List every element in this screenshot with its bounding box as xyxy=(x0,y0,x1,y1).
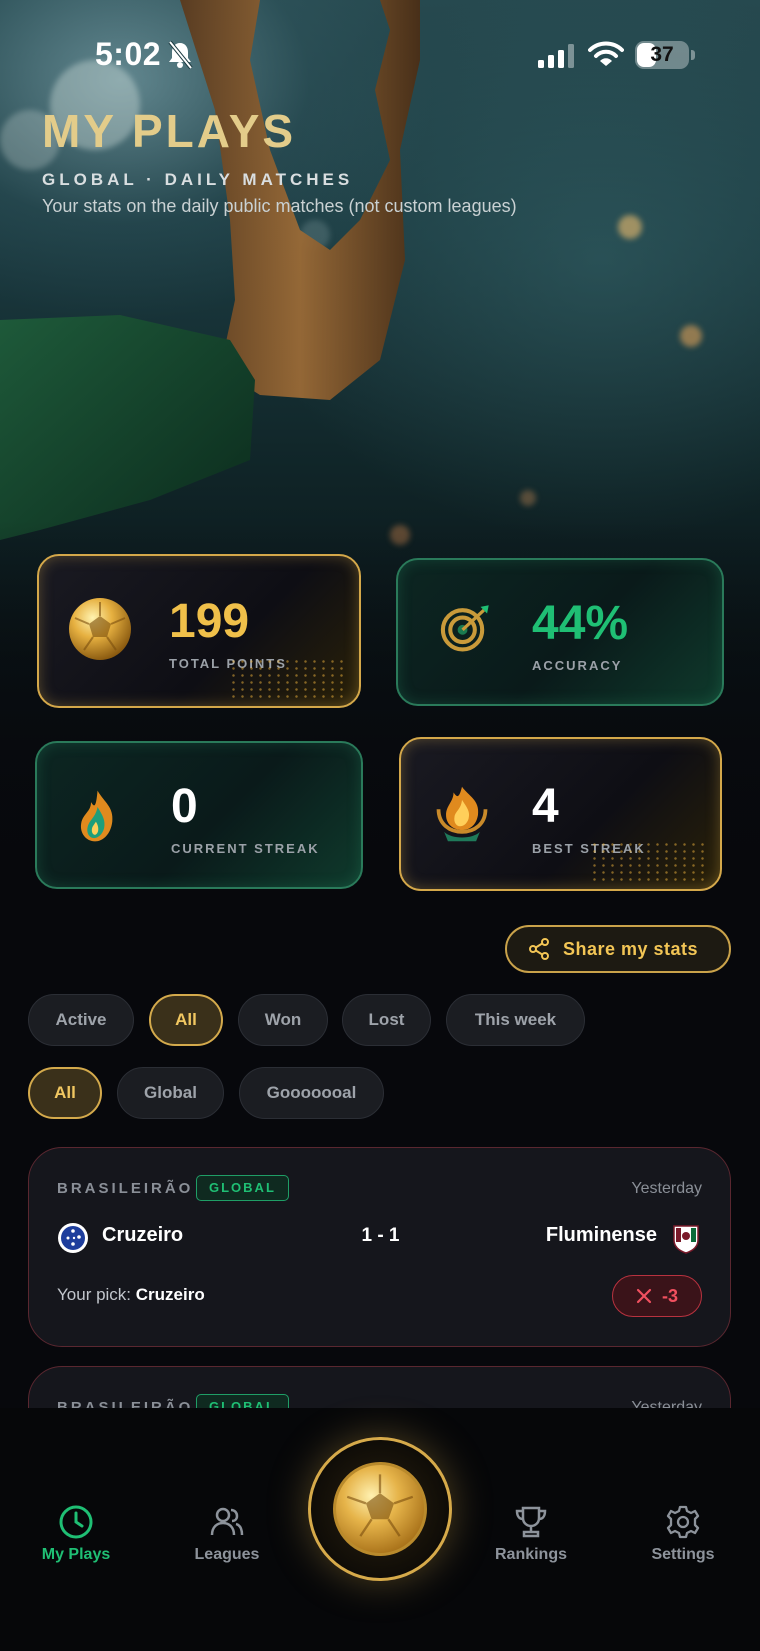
page-description: Your stats on the daily public matches (… xyxy=(42,196,517,216)
stat-card-total-points: 199 TOTAL POINTS xyxy=(37,554,361,708)
battery-indicator: 37 xyxy=(635,41,689,69)
match-card[interactable]: BRASILEIRÃO GLOBAL Yesterday Cruzeiro 1 … xyxy=(28,1147,731,1347)
page-title: MY PLAYS xyxy=(42,105,297,157)
gold-ball-icon xyxy=(69,598,131,660)
filter-chip-lost[interactable]: Lost xyxy=(342,994,431,1046)
fluminense-crest-icon xyxy=(673,1225,699,1254)
pick-prefix: Your pick: xyxy=(57,1285,132,1304)
x-icon xyxy=(636,1288,652,1304)
global-badge: GLOBAL xyxy=(196,1175,289,1201)
stat-value: 0 xyxy=(171,780,198,833)
scope-chip-all[interactable]: All xyxy=(28,1067,102,1119)
nav-rankings[interactable]: Rankings xyxy=(476,1504,586,1564)
scope-chip-gooooooal[interactable]: Gooooooal xyxy=(239,1067,384,1119)
flame-trophy-icon xyxy=(436,786,488,842)
stat-label: ACCURACY xyxy=(532,658,623,673)
stat-value: 4 xyxy=(532,780,559,833)
pick-line: Your pick: Cruzeiro xyxy=(57,1285,205,1305)
filter-chip-all[interactable]: All xyxy=(149,994,223,1046)
nav-label: Settings xyxy=(651,1546,715,1563)
nav-leagues[interactable]: Leagues xyxy=(172,1504,282,1564)
ball-pattern xyxy=(346,1474,414,1537)
nav-label: Rankings xyxy=(494,1546,567,1563)
cellular-signal-icon xyxy=(538,44,574,68)
sparkle-decoration xyxy=(590,841,710,881)
gear-icon xyxy=(666,1505,700,1539)
page-subtitle: GLOBAL · DAILY MATCHES xyxy=(42,170,354,189)
stat-card-accuracy: 44% ACCURACY xyxy=(396,558,724,706)
stat-label: CURRENT STREAK xyxy=(171,841,320,856)
trophy-icon xyxy=(515,1506,547,1538)
gold-ball-icon xyxy=(333,1462,427,1556)
stat-value: 44% xyxy=(532,597,629,650)
league-name: BRASILEIRÃO xyxy=(57,1180,194,1197)
battery-level: 37 xyxy=(650,43,674,66)
flame-icon xyxy=(80,790,113,842)
stat-value: 199 xyxy=(169,595,250,648)
share-button-label: Share my stats xyxy=(563,938,699,959)
stat-card-best-streak: 4 BEST STREAK xyxy=(399,737,722,891)
sparkle-decoration xyxy=(229,658,349,698)
nav-label: Leagues xyxy=(194,1546,260,1563)
battery-nub xyxy=(691,50,695,60)
result-points: -3 xyxy=(661,1285,678,1306)
bell-slash-icon xyxy=(168,40,193,70)
status-bar: 5:02 37 xyxy=(0,0,760,110)
scope-chip-global[interactable]: Global xyxy=(117,1067,224,1119)
wifi-icon xyxy=(588,41,624,66)
status-time: 5:02 xyxy=(95,36,162,72)
filter-chip-active[interactable]: Active xyxy=(28,994,134,1046)
filter-chip-won[interactable]: Won xyxy=(238,994,328,1046)
target-icon xyxy=(440,605,489,652)
center-play-button[interactable] xyxy=(308,1437,452,1581)
share-stats-button[interactable]: Share my stats xyxy=(505,925,731,973)
stat-card-current-streak: 0 CURRENT STREAK xyxy=(35,741,363,889)
result-badge: -3 xyxy=(612,1275,702,1317)
users-icon xyxy=(210,1507,244,1536)
match-date: Yesterday xyxy=(631,1180,702,1197)
share-icon xyxy=(529,938,549,960)
nav-label: My Plays xyxy=(41,1546,111,1563)
clock-icon xyxy=(59,1505,93,1539)
picked-team: Cruzeiro xyxy=(135,1285,205,1304)
away-team-name: Fluminense xyxy=(545,1224,657,1246)
filter-chip-this-week[interactable]: This week xyxy=(446,994,585,1046)
nav-my-plays[interactable]: My Plays xyxy=(21,1504,131,1564)
nav-settings[interactable]: Settings xyxy=(628,1504,738,1564)
